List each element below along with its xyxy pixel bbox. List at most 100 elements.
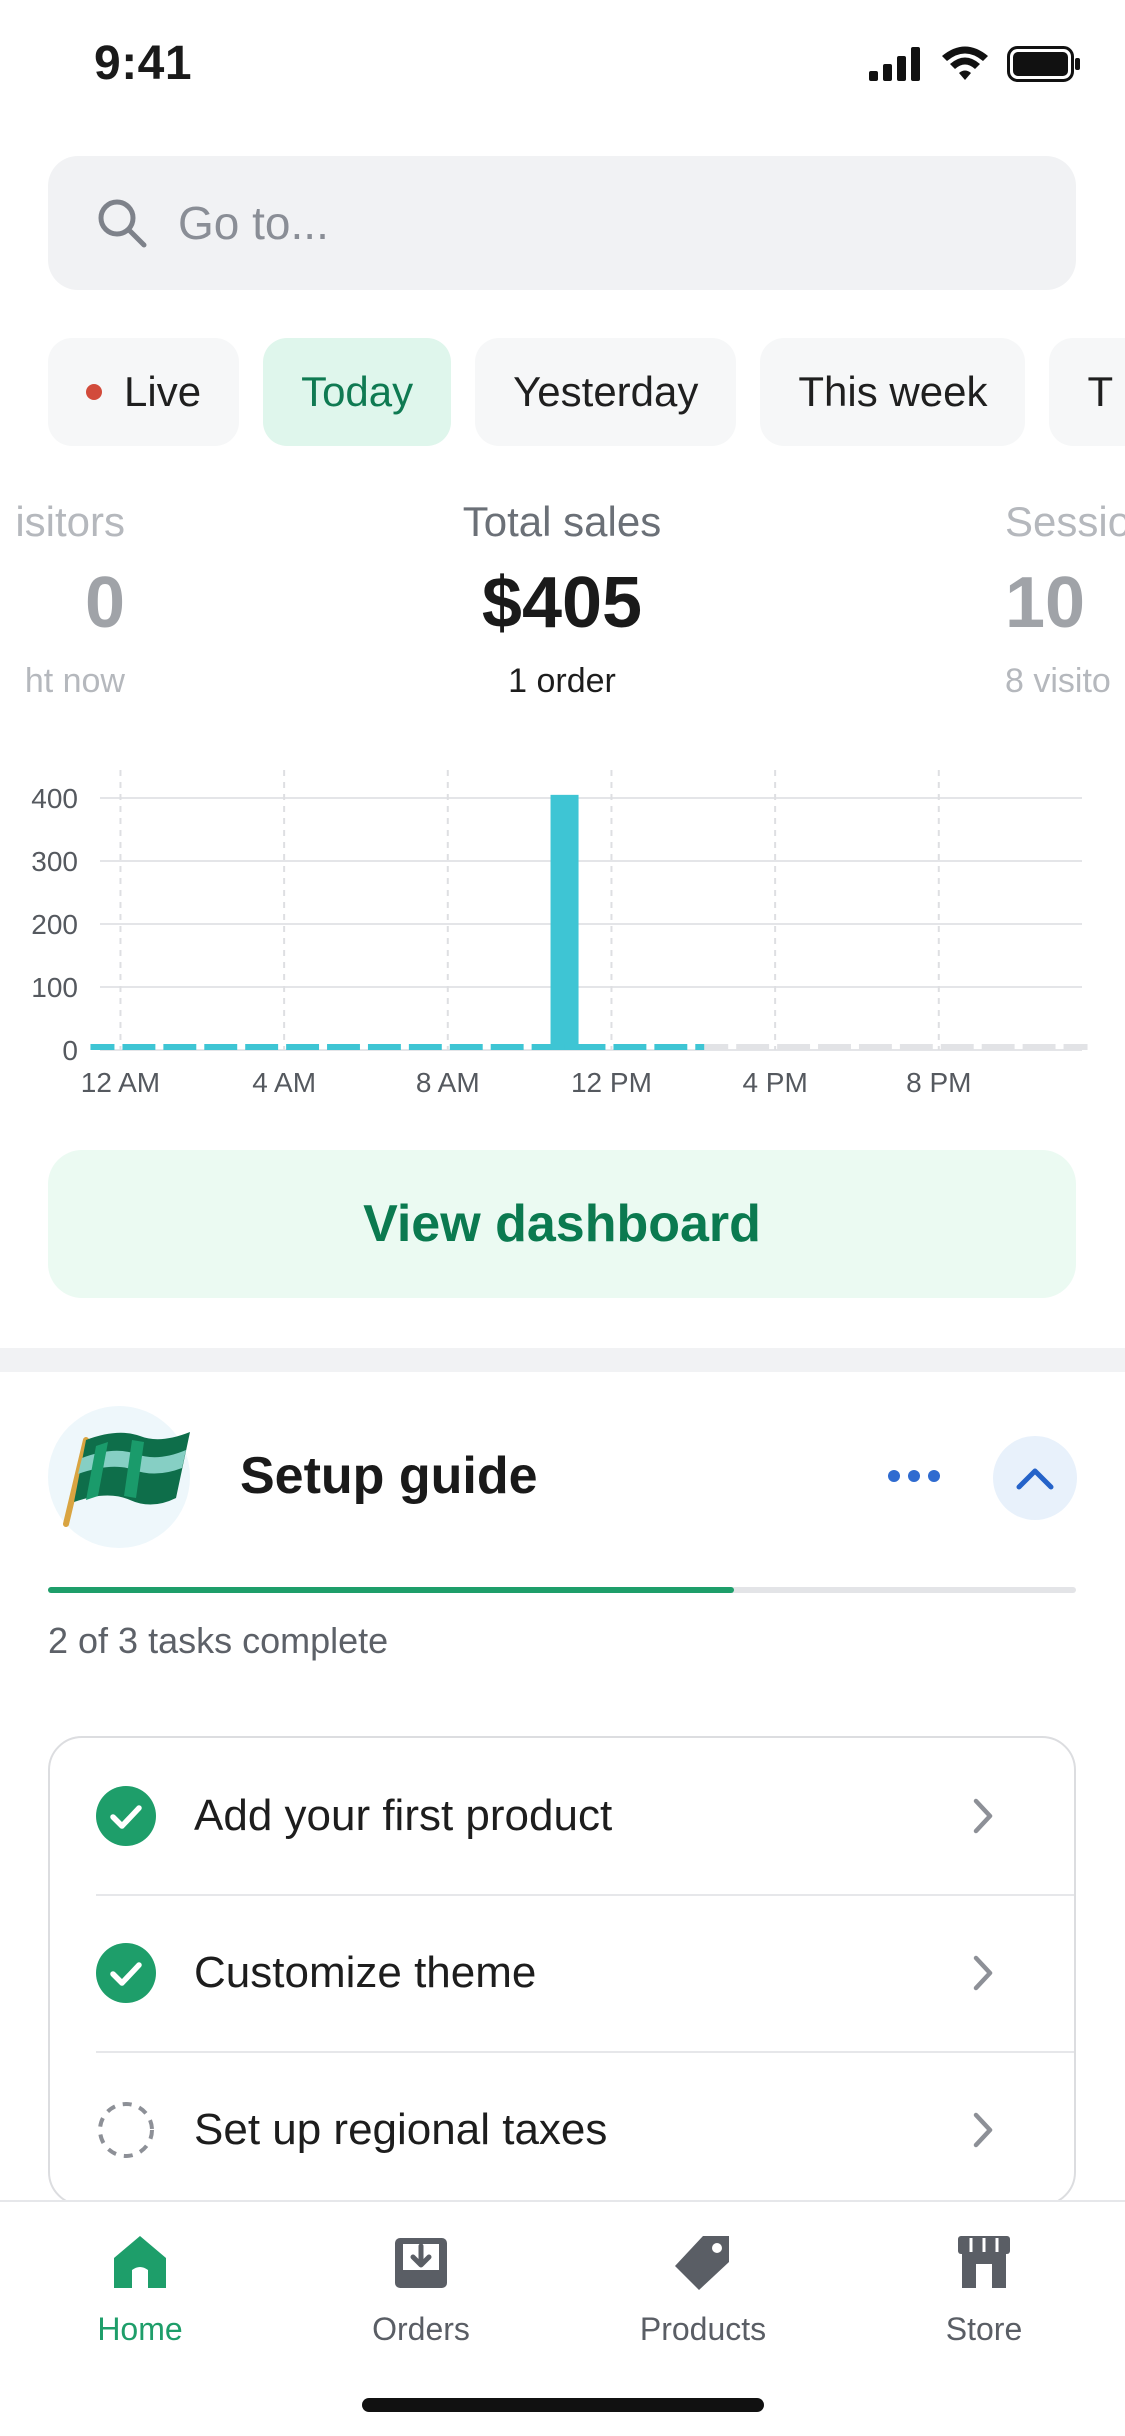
metric-value: $405 xyxy=(481,563,643,643)
home-icon xyxy=(114,2236,166,2288)
baseline-segment xyxy=(499,1044,524,1050)
metric-sub: 8 visito xyxy=(1005,662,1111,700)
baseline-segment xyxy=(663,1044,688,1050)
dashed-circle-icon xyxy=(98,2102,154,2158)
live-dot-icon xyxy=(86,384,102,400)
tag-icon xyxy=(675,2236,729,2290)
wifi-icon xyxy=(942,46,988,80)
tab-label: Store xyxy=(945,2311,1023,2347)
tab-products[interactable]: Products xyxy=(603,2232,803,2348)
chip-label: Live xyxy=(124,368,202,415)
task-label: Set up regional taxes xyxy=(194,2105,608,2154)
baseline-segment xyxy=(90,1044,115,1050)
collapse-button[interactable] xyxy=(993,1436,1077,1520)
chip-today[interactable]: Today xyxy=(263,338,452,446)
chart-bar xyxy=(550,794,579,1050)
baseline-segment xyxy=(949,1044,974,1050)
baseline-segment xyxy=(622,1044,647,1050)
tab-label: Products xyxy=(639,2311,767,2347)
chip-label: T xyxy=(1087,368,1114,415)
tab-label: Orders xyxy=(372,2311,470,2347)
tab-home[interactable]: Home xyxy=(40,2232,240,2348)
task-item-add-product[interactable]: Add your first product xyxy=(50,1738,1074,1894)
baseline-segment xyxy=(254,1044,279,1050)
baseline-segment xyxy=(1063,1044,1088,1050)
baseline-segment xyxy=(826,1044,851,1050)
baseline-segment xyxy=(867,1044,892,1050)
task-list: Add your first product Customize theme S… xyxy=(48,1736,1076,2206)
x-tick-label: 12 PM xyxy=(571,1067,652,1098)
chip-label: Today xyxy=(301,368,414,415)
baseline-segment xyxy=(172,1044,197,1050)
tab-label: Home xyxy=(97,2311,183,2347)
metric-sub: 1 order xyxy=(508,662,616,700)
task-label: Customize theme xyxy=(194,1948,537,1997)
y-tick-label: 400 xyxy=(31,783,78,814)
chip-label: Yesterday xyxy=(513,368,699,415)
x-tick-label: 8 AM xyxy=(416,1067,480,1098)
search-input[interactable] xyxy=(176,195,980,251)
tasks-complete-text: 2 of 3 tasks complete xyxy=(48,1620,389,1661)
task-item-customize-theme[interactable]: Customize theme xyxy=(50,1895,1074,2051)
battery-icon xyxy=(1007,46,1080,82)
orders-icon xyxy=(395,2238,447,2288)
tab-orders[interactable]: Orders xyxy=(321,2232,521,2348)
baseline-segment xyxy=(704,1044,729,1050)
metric-value: 10 xyxy=(1005,563,1086,643)
baseline-segment xyxy=(417,1044,442,1050)
metric-sessions[interactable]: Sessio 10 8 visito xyxy=(1005,498,1125,701)
x-tick-label: 4 AM xyxy=(252,1067,316,1098)
check-circle-icon xyxy=(96,1943,156,2003)
home-indicator xyxy=(362,2398,764,2412)
chip-label: This week xyxy=(798,368,988,415)
tab-store[interactable]: Store xyxy=(884,2232,1084,2348)
baseline-segment xyxy=(581,1044,606,1050)
baseline-segment xyxy=(376,1044,401,1050)
metric-label: Total sales xyxy=(462,498,662,545)
search-icon xyxy=(98,199,147,248)
signal-icon xyxy=(869,47,920,81)
chip-live[interactable]: Live xyxy=(48,338,240,446)
baseline-segment xyxy=(213,1044,238,1050)
store-icon xyxy=(958,2236,1010,2288)
metric-visitors[interactable]: isitors 0 ht now xyxy=(15,498,125,701)
y-tick-label: 0 xyxy=(62,1035,78,1066)
baseline-segment xyxy=(908,1044,933,1050)
x-tick-label: 8 PM xyxy=(906,1067,971,1098)
metric-sub: ht now xyxy=(24,662,125,700)
setup-progress-bar xyxy=(48,1587,1076,1593)
chevron-right-icon xyxy=(973,1955,993,1991)
metric-label: Sessio xyxy=(1005,498,1125,545)
chevron-right-icon xyxy=(973,1798,993,1834)
check-circle-icon xyxy=(96,1786,156,1846)
section-divider xyxy=(0,1348,1125,1372)
baseline-segment xyxy=(745,1044,770,1050)
x-tick-label: 12 AM xyxy=(81,1067,160,1098)
sales-chart: 400 300 200 100 012 AM 4 AM 8 AM 12 PM 4 PM 8 PM xyxy=(31,770,1088,1098)
search-bar[interactable] xyxy=(48,156,1076,290)
task-item-regional-taxes[interactable]: Set up regional taxes xyxy=(50,2052,1074,2204)
baseline-segment xyxy=(335,1044,360,1050)
metric-total-sales[interactable]: Total sales $405 1 order xyxy=(362,498,762,701)
baseline-segment xyxy=(458,1044,483,1050)
setup-flag-avatar xyxy=(48,1406,190,1548)
setup-guide-title: Setup guide xyxy=(240,1447,538,1505)
date-range-chips: Live Today Yesterday This week T xyxy=(48,338,1125,446)
metric-label: isitors xyxy=(15,498,125,545)
y-tick-label: 200 xyxy=(31,909,78,940)
baseline-segment xyxy=(131,1044,156,1050)
flag-icon xyxy=(63,1432,190,1527)
chevron-up-icon xyxy=(1016,1468,1054,1490)
y-tick-label: 100 xyxy=(31,972,78,1003)
baseline-segment xyxy=(1031,1044,1056,1050)
x-tick-label: 4 PM xyxy=(742,1067,807,1098)
more-options-icon[interactable] xyxy=(884,1456,944,1496)
y-tick-label: 300 xyxy=(31,846,78,877)
metric-value: 0 xyxy=(84,563,125,643)
chip-yesterday[interactable]: Yesterday xyxy=(475,338,737,446)
chip-this-week[interactable]: This week xyxy=(760,338,1026,446)
baseline-segment xyxy=(990,1044,1015,1050)
view-dashboard-button[interactable]: View dashboard xyxy=(48,1150,1076,1298)
chip-next[interactable]: T xyxy=(1049,338,1125,446)
baseline-segment xyxy=(786,1044,811,1050)
